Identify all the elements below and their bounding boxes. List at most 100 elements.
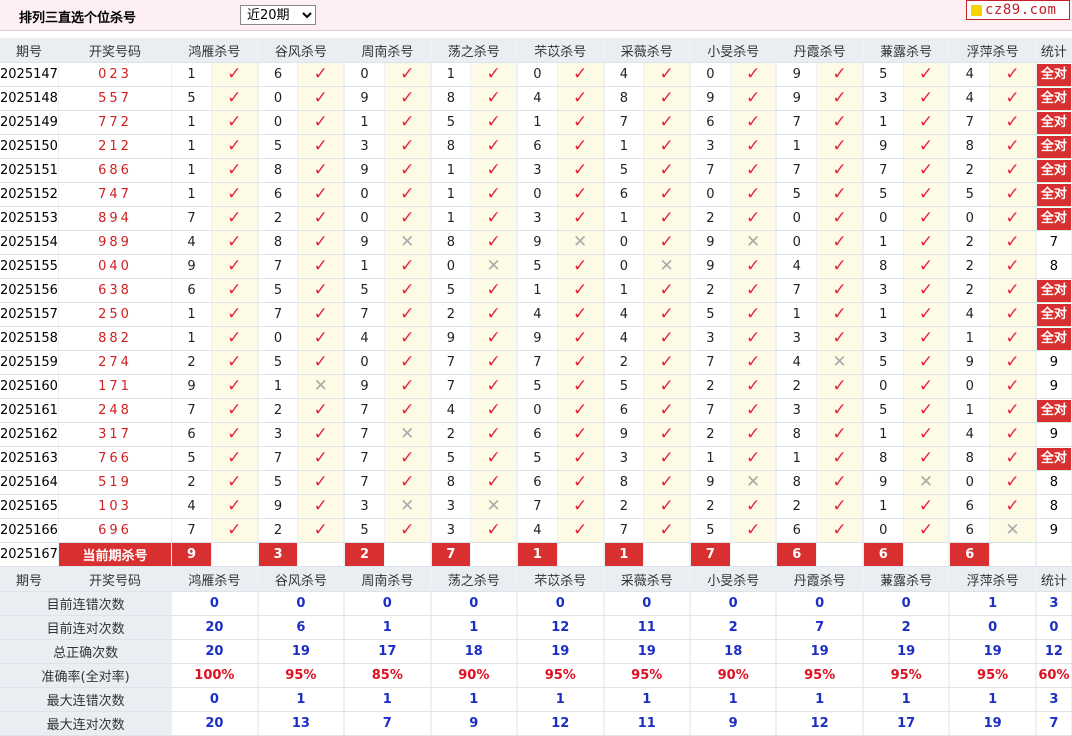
check-icon: ✓ xyxy=(573,520,588,540)
result-mark: ✓ xyxy=(643,278,690,303)
kill-number: 9 xyxy=(690,86,731,111)
draw-number: 317 xyxy=(58,422,173,447)
check-icon: ✓ xyxy=(227,304,242,324)
header-predictor: 蒹露杀号 xyxy=(863,566,950,592)
result-mark: ✓ xyxy=(384,182,431,207)
header-issue: 期号 xyxy=(0,566,59,592)
result-mark: ✓ xyxy=(297,398,345,423)
check-icon: ✓ xyxy=(573,376,588,396)
issue-number: 2025162 xyxy=(0,422,59,447)
check-icon: ✓ xyxy=(832,232,847,252)
header-draw: 开奖号码 xyxy=(58,38,173,63)
current-kill-blank xyxy=(211,542,258,567)
check-icon: ✓ xyxy=(1005,64,1020,84)
check-icon: ✓ xyxy=(745,160,761,180)
result-mark: ✓ xyxy=(989,230,1036,255)
result-mark: ✓ xyxy=(816,182,863,207)
all-correct-badge: 全对 xyxy=(1036,159,1071,182)
current-kill-blank xyxy=(470,542,518,567)
logo-text: cz89.com xyxy=(985,2,1057,18)
check-icon: ✓ xyxy=(659,136,674,156)
stats-value: 1 xyxy=(949,591,1036,616)
check-icon: ✓ xyxy=(573,136,588,156)
result-mark: ✓ xyxy=(643,398,690,423)
result-mark: ✕ xyxy=(384,422,431,447)
result-mark: ✓ xyxy=(903,182,950,207)
result-mark: ✓ xyxy=(989,350,1036,375)
check-icon: ✓ xyxy=(486,424,501,444)
header-predictor: 采薇杀号 xyxy=(604,38,690,63)
result-mark: ✓ xyxy=(730,326,777,351)
result-mark: ✓ xyxy=(989,446,1036,471)
result-mark: ✓ xyxy=(297,254,345,279)
kill-number: 1 xyxy=(517,110,558,135)
stat-cell: 9 xyxy=(1036,374,1072,399)
stats-row: 最大连对次数 20 13 7 9 12 11 9 12 17 19 7 xyxy=(0,711,1072,736)
result-mark: ✓ xyxy=(903,518,950,543)
result-mark: ✓ xyxy=(470,518,518,543)
draw-number: 766 xyxy=(58,446,173,471)
stats-total: 60% xyxy=(1036,663,1072,688)
draw-number: 274 xyxy=(58,350,173,375)
stats-value: 0 xyxy=(258,591,345,616)
result-mark: ✓ xyxy=(297,206,345,231)
site-logo[interactable]: cz89.com xyxy=(966,0,1070,20)
result-mark: ✓ xyxy=(211,254,258,279)
result-mark: ✓ xyxy=(557,182,604,207)
table-header-row: 期号 开奖号码 鸿雁杀号 谷风杀号 周南杀号 荡之杀号 芣苡杀号 采薇杀号 小旻杀号 丹霞杀号 蒹露… xyxy=(0,566,1072,592)
result-mark: ✓ xyxy=(643,134,690,159)
kill-number: 0 xyxy=(690,182,731,207)
result-mark: ✓ xyxy=(211,110,258,135)
kill-number: 7 xyxy=(258,254,299,279)
kill-number: 7 xyxy=(344,398,385,423)
draw-number: 250 xyxy=(58,302,173,327)
stat-cell: 全对 xyxy=(1036,62,1072,87)
kill-number: 7 xyxy=(517,494,558,519)
table-row: 2025166 696 7 ✓ 2 ✓ 5 ✓ 3 ✓ 4 ✓ 7 ✓ 5 ✓ 6 ✓ 0 ✓ 6 ✕ 9 xyxy=(0,518,1072,543)
check-icon: ✓ xyxy=(745,496,761,516)
check-icon: ✓ xyxy=(400,88,415,108)
current-kill-blank xyxy=(989,542,1036,567)
result-mark: ✕ xyxy=(816,350,863,375)
period-select[interactable]: 近20期 xyxy=(240,5,316,25)
kill-number: 0 xyxy=(949,374,991,399)
stat-cell: 全对 xyxy=(1036,110,1072,135)
stats-value: 0 xyxy=(690,591,777,616)
kill-number: 5 xyxy=(171,446,212,471)
header-predictor: 鸿雁杀号 xyxy=(171,566,258,592)
stats-value: 11 xyxy=(604,711,690,736)
result-mark: ✓ xyxy=(384,518,431,543)
current-kill-number: 9 xyxy=(171,542,212,567)
stat-cell: 全对 xyxy=(1036,278,1072,303)
check-icon: ✓ xyxy=(313,448,328,468)
result-mark: ✓ xyxy=(211,398,258,423)
result-mark: ✓ xyxy=(730,110,777,135)
result-mark: ✓ xyxy=(384,158,431,183)
cross-icon: ✕ xyxy=(573,232,588,252)
cross-icon: ✕ xyxy=(832,352,847,372)
kill-number: 4 xyxy=(171,494,212,519)
stats-value: 1 xyxy=(431,615,518,640)
result-mark: ✓ xyxy=(384,398,431,423)
result-mark: ✓ xyxy=(211,278,258,303)
kill-number: 9 xyxy=(344,374,385,399)
check-icon: ✓ xyxy=(313,520,328,540)
result-mark: ✓ xyxy=(557,206,604,231)
check-icon: ✓ xyxy=(1005,280,1020,300)
result-mark: ✓ xyxy=(816,446,863,471)
result-mark: ✓ xyxy=(730,494,777,519)
kill-number: 7 xyxy=(171,398,212,423)
result-mark: ✓ xyxy=(816,470,863,495)
cross-icon: ✕ xyxy=(745,232,761,252)
all-correct-badge: 全对 xyxy=(1036,399,1071,422)
check-icon: ✓ xyxy=(400,472,415,492)
result-mark: ✕ xyxy=(384,494,431,519)
current-kill-number: 6 xyxy=(949,542,991,567)
check-icon: ✓ xyxy=(659,472,674,492)
result-mark: ✓ xyxy=(903,398,950,423)
kill-number: 1 xyxy=(690,446,731,471)
check-icon: ✓ xyxy=(745,88,761,108)
check-icon: ✓ xyxy=(486,136,501,156)
result-mark: ✓ xyxy=(557,470,604,495)
draw-number: 696 xyxy=(58,518,173,543)
